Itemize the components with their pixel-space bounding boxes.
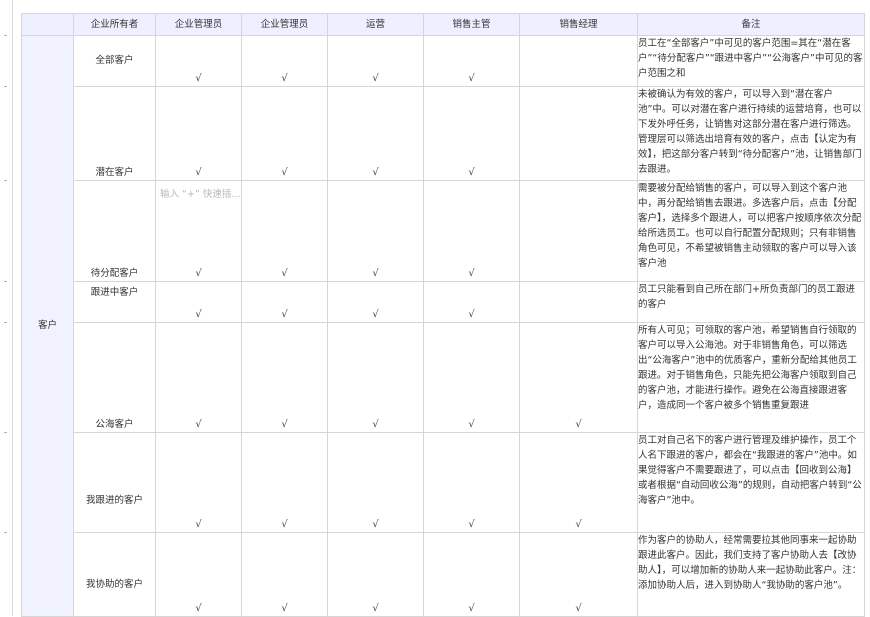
row-name-cell[interactable]: 我跟进的客户 <box>73 432 156 533</box>
cell-input-placeholder[interactable]: 输入 “+” 快速插... <box>160 186 240 200</box>
row-gutter <box>0 0 12 616</box>
header-cell-admin-2[interactable]: 企业管理员 <box>241 13 328 36</box>
check-cell[interactable]: √ <box>519 532 638 617</box>
check-cell[interactable]: √ <box>423 180 520 282</box>
header-cell-sales-director[interactable]: 销售主管 <box>423 13 520 36</box>
check-cell[interactable]: √ <box>241 35 328 87</box>
check-cell[interactable]: √ <box>423 322 520 433</box>
row-marker <box>4 322 7 323</box>
gutter-divider <box>12 0 13 616</box>
note-cell[interactable]: 所有人可见；可领取的客户池，希望销售自行领取的客户可以导入公海池。对于非销售角色… <box>637 322 865 433</box>
table-row: 客户 全部客户 √ √ √ √ 员工在“全部客户”中可见的客户范围=其在“潜在客… <box>21 35 865 617</box>
check-cell[interactable]: √ <box>241 281 328 323</box>
check-cell[interactable]: √ <box>155 322 242 433</box>
row-name-cell[interactable]: 我协助的客户 <box>73 532 156 617</box>
check-cell[interactable]: √ <box>155 532 242 617</box>
row-marker <box>4 281 7 282</box>
note-cell[interactable]: 员工只能看到自己所在部门+所负责部门的员工跟进的客户 <box>637 281 865 323</box>
header-cell-owner[interactable]: 企业所有者 <box>73 13 156 36</box>
row-name-cell[interactable]: 潜在客户 <box>73 86 156 181</box>
row-name-cell[interactable]: 全部客户 <box>73 35 156 87</box>
check-cell[interactable]: √ <box>327 532 424 617</box>
row-marker <box>4 432 7 433</box>
group-cell-customer[interactable]: 客户 <box>21 35 74 617</box>
check-cell[interactable]: √ <box>423 86 520 181</box>
check-cell[interactable]: √ <box>423 432 520 533</box>
check-cell[interactable] <box>519 180 638 282</box>
row-marker <box>4 86 7 87</box>
note-cell[interactable]: 员工对自己名下的客户进行管理及维护操作，员工个人名下跟进的客户，都会在“我跟进的… <box>637 432 865 533</box>
header-row: 企业所有者 企业管理员 企业管理员 运营 销售主管 销售经理 备注 <box>21 13 865 36</box>
permissions-table: 企业所有者 企业管理员 企业管理员 运营 销售主管 销售经理 备注 客户 全部客… <box>21 13 865 617</box>
row-name-cell[interactable]: 跟进中客户 <box>73 281 156 323</box>
check-cell[interactable]: √ <box>241 322 328 433</box>
table-row: 潜在客户 √ √ √ √ 未被确认为有效的客户，可以导入到“潜在客户池”中。可以… <box>22 86 865 181</box>
row-marker <box>4 532 7 533</box>
row-name-cell[interactable]: 公海客户 <box>73 322 156 433</box>
check-cell[interactable]: √ <box>327 35 424 87</box>
header-cell-notes[interactable]: 备注 <box>637 13 865 36</box>
check-cell[interactable]: √ <box>155 281 242 323</box>
check-cell[interactable] <box>519 86 638 181</box>
check-cell[interactable]: √ <box>327 432 424 533</box>
check-cell[interactable]: √ <box>327 322 424 433</box>
check-cell[interactable]: √ <box>155 86 242 181</box>
check-cell[interactable]: √ <box>423 281 520 323</box>
check-cell[interactable]: √ <box>423 532 520 617</box>
check-cell[interactable]: √ <box>241 532 328 617</box>
note-cell[interactable]: 作为客户的协助人，经常需要拉其他同事来一起协助跟进此客户。因此，我们支持了客户协… <box>637 532 865 617</box>
table-row: 我协助的客户 √ √ √ √ √ 作为客户的协助人，经常需要拉其他同事来一起协助… <box>22 532 865 617</box>
check-cell[interactable] <box>519 281 638 323</box>
check-cell[interactable] <box>519 35 638 87</box>
check-cell[interactable]: √ <box>327 86 424 181</box>
table-row: 我跟进的客户 √ √ √ √ √ 员工对自己名下的客户进行管理及维护操作，员工个… <box>22 432 865 533</box>
check-cell[interactable]: √ <box>155 432 242 533</box>
row-name-cell[interactable]: 待分配客户 <box>73 180 156 282</box>
header-cell-admin-1[interactable]: 企业管理员 <box>155 13 242 36</box>
header-cell-operations[interactable]: 运营 <box>327 13 424 36</box>
row-marker <box>4 35 7 36</box>
check-cell[interactable]: √ <box>241 86 328 181</box>
header-cell-sales-manager[interactable]: 销售经理 <box>519 13 638 36</box>
check-cell[interactable]: √ <box>155 35 242 87</box>
table-row: 待分配客户 √ √ √ √ 需要被分配给销售的客户，可以导入到这个客户池中，再分… <box>22 180 865 282</box>
row-marker <box>4 180 7 181</box>
table-row: 跟进中客户 √ √ √ √ 员工只能看到自己所在部门+所负责部门的员工跟进的客户 <box>22 281 865 323</box>
table-row: 公海客户 √ √ √ √ √ 所有人可见；可领取的客户池，希望销售自行领取的客户… <box>22 322 865 433</box>
note-cell[interactable]: 员工在“全部客户”中可见的客户范围=其在“潜在客户”“待分配客户”“跟进中客户”… <box>637 35 865 87</box>
check-cell[interactable]: √ <box>327 180 424 282</box>
note-cell[interactable]: 需要被分配给销售的客户，可以导入到这个客户池中，再分配给销售去跟进。多选客户后，… <box>637 180 865 282</box>
check-cell[interactable]: √ <box>327 281 424 323</box>
header-cell-group[interactable] <box>21 13 74 36</box>
check-cell[interactable]: √ <box>519 432 638 533</box>
check-cell[interactable]: √ <box>423 35 520 87</box>
note-cell[interactable]: 未被确认为有效的客户，可以导入到“潜在客户池”中。可以对潜在客户进行持续的运营培… <box>637 86 865 181</box>
check-cell[interactable]: √ <box>519 322 638 433</box>
check-cell[interactable]: √ <box>241 432 328 533</box>
check-cell[interactable]: √ <box>241 180 328 282</box>
